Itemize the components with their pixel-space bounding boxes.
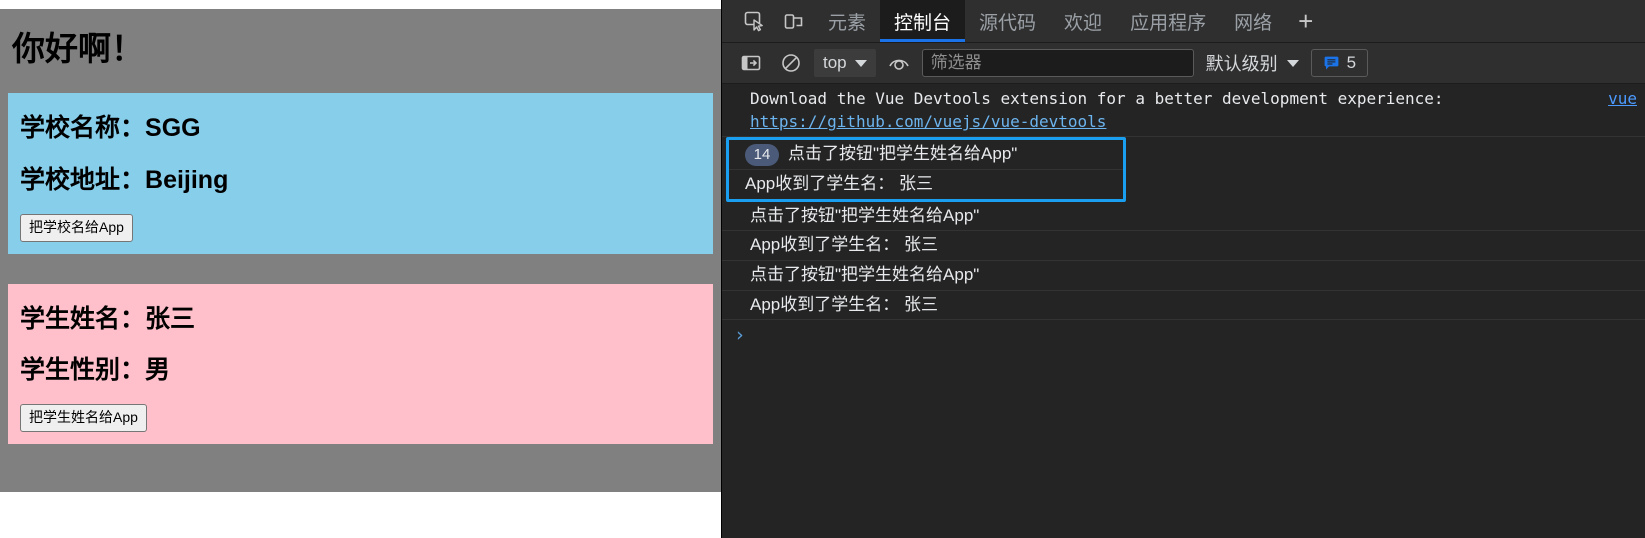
live-expression-icon[interactable]	[882, 48, 916, 78]
console-message-group-highlighted[interactable]: 14 点击了按钮"把学生姓名给App" App收到了学生名： 张三	[726, 137, 1126, 202]
console-message-row: 14 点击了按钮"把学生姓名给App"	[729, 140, 1123, 171]
clear-console-icon[interactable]	[774, 48, 808, 78]
console-sidebar-icon[interactable]	[734, 48, 768, 78]
message-count-icon	[1324, 56, 1339, 70]
page-background: 你好啊！ 学校名称：SGG 学校地址：Beijing 把学校名给App 学生姓名…	[0, 9, 721, 492]
student-gender-value: 男	[145, 355, 171, 384]
repeat-count-badge: 14	[745, 143, 779, 166]
school-card: 学校名称：SGG 学校地址：Beijing 把学校名给App	[8, 93, 713, 254]
devtools-panel: 元素 控制台 源代码 欢迎 应用程序 网络 + top 筛选器 默认级别 5 D…	[721, 0, 1645, 538]
tab-application[interactable]: 应用程序	[1116, 0, 1220, 42]
school-address-label: 学校地址：	[20, 165, 146, 194]
console-filter-input[interactable]	[921, 49, 1194, 77]
execution-context-value: top	[823, 53, 847, 72]
student-card: 学生姓名：张三 学生性别：男 把学生姓名给App	[8, 283, 713, 444]
tab-console[interactable]: 控制台	[880, 0, 966, 42]
message-count-badge[interactable]: 5	[1310, 49, 1369, 77]
console-prompt-chevron-icon: ›	[734, 324, 746, 347]
student-name-line: 学生姓名：张三	[16, 298, 705, 339]
console-message-source-link[interactable]: vue	[1588, 87, 1637, 110]
school-address-line: 学校地址：Beijing	[16, 159, 705, 200]
send-student-name-button[interactable]: 把学生姓名给App	[20, 404, 147, 432]
log-level-label: 默认级别	[1205, 54, 1278, 74]
console-log-area[interactable]: Download the Vue Devtools extension for …	[722, 84, 1645, 538]
console-message-text: App收到了学生名： 张三	[750, 235, 938, 255]
execution-context-select[interactable]: top	[814, 49, 876, 77]
console-message-row: App收到了学生名： 张三	[722, 291, 1645, 321]
student-name-value: 张三	[145, 304, 196, 333]
add-panel-button[interactable]: +	[1286, 0, 1325, 42]
device-toolbar-icon[interactable]	[774, 0, 814, 42]
vue-devtools-link[interactable]: https://github.com/vuejs/vue-devtools	[750, 110, 1106, 133]
chevron-down-icon	[854, 59, 867, 67]
browser-page-pane: 你好啊！ 学校名称：SGG 学校地址：Beijing 把学校名给App 学生姓名…	[0, 0, 721, 538]
school-name-line: 学校名称：SGG	[16, 107, 705, 148]
school-name-value: SGG	[145, 114, 201, 143]
console-message-row: 点击了按钮"把学生姓名给App"	[722, 261, 1645, 291]
tab-elements[interactable]: 元素	[814, 0, 880, 42]
console-message-text: 点击了按钮"把学生姓名给App"	[750, 264, 980, 284]
send-school-name-button[interactable]: 把学校名给App	[20, 213, 133, 242]
console-message-row: App收到了学生名： 张三	[722, 231, 1645, 261]
school-name-label: 学校名称：	[20, 114, 146, 143]
console-filter-toolbar: top 默认级别 5	[722, 43, 1645, 84]
console-message-row: App收到了学生名： 张三	[729, 170, 1123, 199]
tab-network[interactable]: 网络	[1220, 0, 1286, 42]
message-count-value: 5	[1346, 53, 1357, 72]
chevron-down-icon	[1286, 59, 1299, 67]
console-message-text: 点击了按钮"把学生姓名给App"	[750, 205, 980, 225]
school-address-value: Beijing	[145, 165, 229, 194]
log-level-select[interactable]: 默认级别	[1200, 50, 1305, 76]
vue-notice-text: Download the Vue Devtools extension for …	[750, 89, 1444, 108]
tab-sources[interactable]: 源代码	[965, 0, 1050, 42]
tab-welcome[interactable]: 欢迎	[1050, 0, 1116, 42]
screenshot-root: 你好啊！ 学校名称：SGG 学校地址：Beijing 把学校名给App 学生姓名…	[0, 0, 1645, 538]
student-name-label: 学生姓名：	[20, 304, 146, 333]
console-message-text: 点击了按钮"把学生姓名给App"	[788, 144, 1018, 164]
console-message-text: App收到了学生名： 张三	[745, 174, 933, 194]
devtools-tabbar: 元素 控制台 源代码 欢迎 应用程序 网络 +	[722, 0, 1645, 43]
inspect-element-icon[interactable]	[734, 0, 774, 42]
student-gender-line: 学生性别：男	[16, 349, 705, 390]
console-message-vue-notice: Download the Vue Devtools extension for …	[722, 84, 1645, 138]
console-prompt[interactable]: ›	[722, 320, 1645, 350]
page-title: 你好啊！	[12, 30, 144, 67]
console-message-row: 点击了按钮"把学生姓名给App"	[722, 202, 1645, 232]
student-gender-label: 学生性别：	[20, 355, 146, 384]
console-message-text: App收到了学生名： 张三	[750, 294, 938, 314]
